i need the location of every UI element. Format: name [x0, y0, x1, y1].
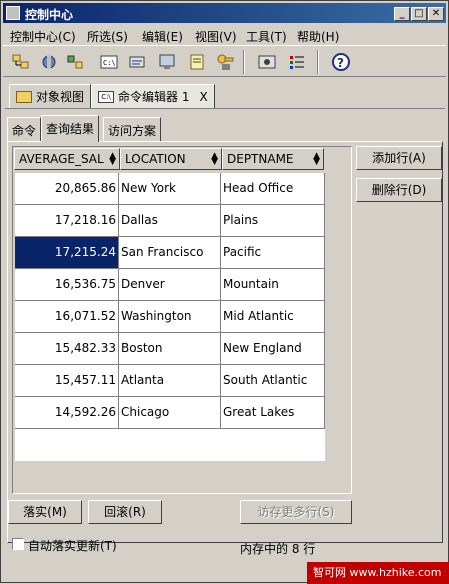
query-results-panel: AVERAGE_SAL ▲ ▼ LOCATION ▲ ▼ DEPTNAME ▲ ▼ 2… [7, 141, 443, 556]
cell-location[interactable]: Denver [119, 269, 221, 301]
svg-text:?: ? [337, 56, 344, 70]
table-row[interactable]: 17,218.16 Dallas Plains [15, 205, 325, 237]
command-editor-icon[interactable]: C:\ [99, 52, 119, 72]
close-tab-icon[interactable]: X [199, 90, 207, 104]
results-grid: AVERAGE_SAL ▲ ▼ LOCATION ▲ ▼ DEPTNAME ▲ ▼ 2… [12, 146, 352, 494]
fetch-more-rows-button[interactable]: 访存更多行(S) [240, 500, 352, 524]
cell-deptname[interactable]: New England [221, 333, 325, 365]
menu-control-center[interactable]: 控制中心(C) [10, 28, 76, 45]
column-header-label: LOCATION [125, 152, 186, 166]
auto-commit-label[interactable]: 自动落实更新(T) [28, 537, 117, 554]
sort-icon: ▲ ▼ [211, 151, 218, 167]
rollback-button[interactable]: 回滚(R) [88, 500, 162, 524]
commit-button[interactable]: 落实(M) [8, 500, 82, 524]
editor-sub-tabs: 命令 查询结果 访问方案 [7, 115, 443, 142]
menu-help[interactable]: 帮助(H) [297, 28, 339, 45]
cell-deptname[interactable]: Head Office [221, 173, 325, 205]
tab-access-plan[interactable]: 访问方案 [103, 117, 162, 141]
cell-average-sal[interactable]: 20,865.86 [15, 173, 119, 205]
menu-bar: 控制中心(C) 所选(S) 编辑(E) 视图(V) 工具(T) 帮助(H) [3, 25, 446, 45]
cell-deptname[interactable]: Pacific [221, 237, 325, 269]
table-row[interactable]: 14,592.26 Chicago Great Lakes [15, 397, 325, 429]
tab-commands[interactable]: 命令 [7, 117, 42, 141]
command-editor-icon: C:\ [98, 90, 114, 103]
cell-average-sal[interactable]: 17,218.16 [15, 205, 119, 237]
task-center-icon[interactable] [127, 52, 147, 72]
column-header-label: AVERAGE_SAL [19, 152, 104, 166]
cell-deptname[interactable]: Mountain [221, 269, 325, 301]
cell-average-sal[interactable]: 15,457.11 [15, 365, 119, 397]
table-row[interactable]: 16,071.52 Washington Mid Atlantic [15, 301, 325, 333]
cell-location[interactable]: San Francisco [119, 237, 221, 269]
table-row[interactable]: 15,457.11 Atlanta South Atlantic [15, 365, 325, 397]
help-icon[interactable]: ? [331, 52, 351, 72]
tab-object-view[interactable]: 对象视图 [9, 84, 92, 108]
menu-view[interactable]: 视图(V) [195, 28, 237, 45]
menu-selected[interactable]: 所选(S) [87, 28, 128, 45]
cell-deptname[interactable]: Mid Atlantic [221, 301, 325, 333]
license-center-icon[interactable] [215, 52, 235, 72]
column-header-deptname[interactable]: DEPTNAME ▲ ▼ [222, 148, 324, 170]
tab-command-editor[interactable]: C:\ 命令编辑器 1 X [91, 84, 215, 108]
list-view-icon[interactable] [287, 52, 307, 72]
folder-icon [16, 90, 32, 103]
cell-average-sal[interactable]: 16,536.75 [15, 269, 119, 301]
auto-commit-checkbox[interactable] [12, 538, 24, 550]
cell-average-sal-selected[interactable]: 17,215.24 [15, 237, 119, 269]
tab-label: 命令编辑器 1 [118, 90, 190, 104]
cell-location[interactable]: New York [119, 173, 221, 205]
close-button[interactable]: ✕ [428, 7, 444, 21]
document-tabs: 对象视图 C:\ 命令编辑器 1 X [5, 81, 445, 109]
title-bar[interactable]: 控制中心 _ □ ✕ [3, 3, 446, 23]
column-header-location[interactable]: LOCATION ▲ ▼ [120, 148, 222, 170]
table-row[interactable]: 15,482.33 Boston New England [15, 333, 325, 365]
cell-average-sal[interactable]: 16,071.52 [15, 301, 119, 333]
table-row[interactable]: 20,865.86 New York Head Office [15, 173, 325, 205]
satellite-icon[interactable] [65, 52, 85, 72]
toolbar-separator [243, 50, 245, 74]
cell-average-sal[interactable]: 15,482.33 [15, 333, 119, 365]
cell-location[interactable]: Atlanta [119, 365, 221, 397]
health-center-icon[interactable] [157, 52, 177, 72]
cell-location[interactable]: Dallas [119, 205, 221, 237]
journal-icon[interactable] [187, 52, 207, 72]
cell-deptname[interactable]: Great Lakes [221, 397, 325, 429]
sort-icon: ▲ ▼ [109, 151, 116, 167]
minimize-button[interactable]: _ [394, 7, 410, 21]
tab-label: 对象视图 [36, 90, 85, 104]
site-watermark: 智可网 www.hzhike.com [307, 562, 449, 584]
tab-query-results[interactable]: 查询结果 [41, 115, 100, 142]
cell-location[interactable]: Boston [119, 333, 221, 365]
replication-icon[interactable] [39, 52, 59, 72]
menu-tools[interactable]: 工具(T) [246, 28, 287, 45]
grid-body: 20,865.86 New York Head Office 17,218.16… [15, 173, 325, 461]
cell-average-sal[interactable]: 14,592.26 [15, 397, 119, 429]
tools-settings-icon[interactable] [257, 52, 277, 72]
svg-text:C:\: C:\ [103, 59, 116, 67]
cell-deptname[interactable]: Plains [221, 205, 325, 237]
table-row[interactable]: 17,215.24 San Francisco Pacific [15, 237, 325, 269]
control-center-window: 控制中心 _ □ ✕ 控制中心(C) 所选(S) 编辑(E) 视图(V) 工具(… [0, 0, 449, 584]
toolbar-separator [317, 50, 319, 74]
toolbar: C:\ ? [3, 45, 446, 77]
cell-location[interactable]: Washington [119, 301, 221, 333]
delete-row-button[interactable]: 删除行(D) [356, 178, 442, 202]
window-title: 控制中心 [25, 8, 74, 22]
sort-icon: ▲ ▼ [313, 151, 320, 167]
table-row[interactable]: 16,536.75 Denver Mountain [15, 269, 325, 301]
column-header-average-sal[interactable]: AVERAGE_SAL ▲ ▼ [14, 148, 120, 170]
cell-deptname[interactable]: South Atlantic [221, 365, 325, 397]
column-header-label: DEPTNAME [227, 152, 294, 166]
app-icon [6, 6, 20, 20]
add-row-button[interactable]: 添加行(A) [356, 146, 442, 170]
cell-location[interactable]: Chicago [119, 397, 221, 429]
rows-in-memory-status: 内存中的 8 行 [240, 542, 316, 556]
object-tree-icon[interactable] [11, 52, 31, 72]
menu-edit[interactable]: 编辑(E) [142, 28, 183, 45]
maximize-button[interactable]: □ [411, 7, 427, 21]
